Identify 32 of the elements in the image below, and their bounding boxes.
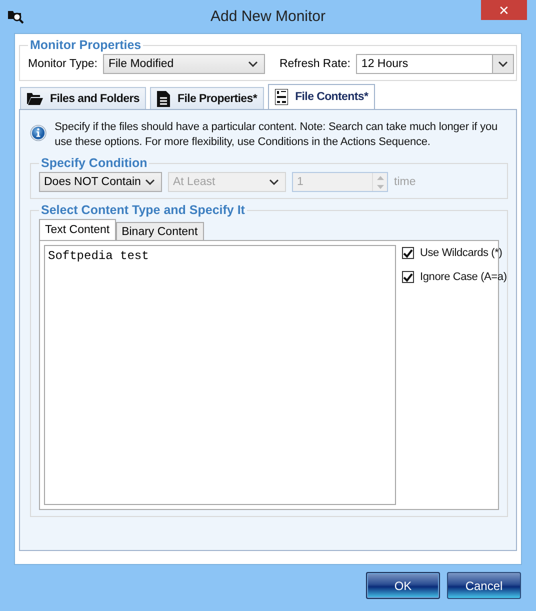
checkbox[interactable] — [402, 271, 414, 283]
checkbox[interactable] — [402, 247, 414, 259]
caret-icon — [248, 61, 258, 67]
text-area[interactable]: Softpedia test — [44, 245, 396, 505]
dialog-button[interactable]: Cancel — [447, 572, 521, 599]
caret-icon — [498, 61, 508, 67]
checkbox-label: Ignore Case (A=a) — [420, 271, 507, 283]
tab[interactable]: File Contents* — [268, 84, 376, 109]
close-button[interactable]: ✕ — [481, 0, 527, 20]
dialog-button[interactable]: OK — [366, 572, 440, 599]
unit-label: time — [394, 176, 416, 188]
field-label: Monitor Type: — [28, 58, 98, 70]
group-title: Specify Condition — [40, 156, 148, 170]
tab[interactable]: File Properties* — [150, 87, 264, 109]
group-title: Monitor Properties — [29, 38, 142, 52]
group-title: Select Content Type and Specify It — [40, 203, 246, 217]
monitor-type-dropdown[interactable]: File Modified — [103, 54, 266, 74]
tab[interactable]: Binary Content — [116, 222, 204, 240]
caret-icon — [145, 179, 155, 185]
tab[interactable]: Files and Folders — [20, 87, 146, 109]
tab[interactable]: Text Content — [39, 219, 116, 240]
caret-icon — [269, 179, 279, 185]
info-text: Specify if the files should have a particular content. Note: Search can take much longer if you use these options. For more flexibility, use Conditions in the Actions Sequence. — [54, 120, 499, 150]
folder-icon — [27, 92, 43, 105]
checkbox-label: Use Wildcards (*) — [420, 247, 502, 259]
binary-document-icon — [275, 89, 288, 105]
window-title: Add New Monitor — [210, 8, 326, 25]
refresh-rate-dropdown[interactable]: 12 Hours — [356, 54, 514, 74]
field-label: Refresh Rate: — [279, 58, 350, 70]
document-icon — [157, 90, 170, 106]
folder-search-icon — [8, 9, 24, 24]
condition-dropdown[interactable]: Does NOT Contain — [39, 172, 162, 192]
